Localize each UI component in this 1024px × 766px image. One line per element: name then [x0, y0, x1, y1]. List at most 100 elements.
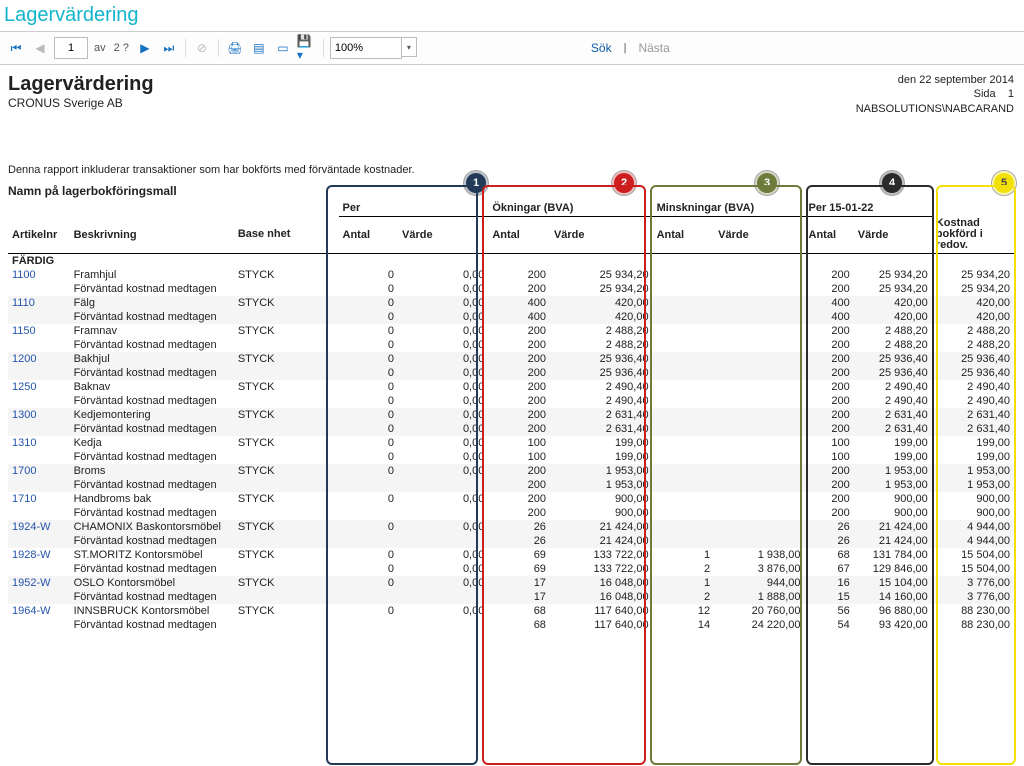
item-desc: Handbroms bak: [70, 492, 234, 506]
item-unit: STYCK: [234, 380, 339, 394]
col-basenhet: Base nhet: [234, 216, 339, 254]
item-desc: Baknav: [70, 380, 234, 394]
item-no-link[interactable]: 1100: [8, 268, 70, 282]
item-unit: STYCK: [234, 548, 339, 562]
item-no-link[interactable]: 1110: [8, 296, 70, 310]
item-desc: Framnav: [70, 324, 234, 338]
item-desc: OSLO Kontorsmöbel: [70, 576, 234, 590]
expected-label: Förväntad kostnad medtagen: [70, 478, 339, 492]
item-unit: STYCK: [234, 464, 339, 478]
table-row: 1700BromsSTYCK00,002001 953,002001 953,0…: [8, 464, 1014, 478]
expected-cost-row: Förväntad kostnad medtagen00,002002 490,…: [8, 394, 1014, 408]
annotation-badge-4: 4: [880, 171, 904, 195]
annotation-badge-5: 5: [992, 171, 1016, 195]
item-desc: ST.MORITZ Kontorsmöbel: [70, 548, 234, 562]
item-unit: STYCK: [234, 436, 339, 450]
page-number-input[interactable]: [54, 37, 88, 59]
item-no-link[interactable]: 1710: [8, 492, 70, 506]
item-no-link[interactable]: 1300: [8, 408, 70, 422]
expected-cost-row: Förväntad kostnad medtagen00,00100199,00…: [8, 450, 1014, 464]
table-row: 1200BakhjulSTYCK00,0020025 936,4020025 9…: [8, 352, 1014, 366]
col-kostnad: Kostnad bokförd i redov.: [932, 216, 1014, 254]
table-row: 1100FramhjulSTYCK00,0020025 934,2020025 …: [8, 268, 1014, 282]
item-desc: Bakhjul: [70, 352, 234, 366]
expected-label: Förväntad kostnad medtagen: [70, 282, 339, 296]
print-icon[interactable]: 🖨: [225, 38, 245, 58]
annotation-badge-1: 1: [464, 171, 488, 195]
table-row: 1150FramnavSTYCK00,002002 488,202002 488…: [8, 324, 1014, 338]
expected-cost-row: Förväntad kostnad medtagen00,0069133 722…: [8, 562, 1014, 576]
item-unit: STYCK: [234, 268, 339, 282]
item-unit: STYCK: [234, 492, 339, 506]
expected-label: Förväntad kostnad medtagen: [70, 338, 339, 352]
table-row: 1952-WOSLO KontorsmöbelSTYCK00,001716 04…: [8, 576, 1014, 590]
prev-page-icon[interactable]: ◀: [30, 38, 50, 58]
item-desc: Framhjul: [70, 268, 234, 282]
report-toolbar: ⏮ ◀ av 2 ? ▶ ⏭ ⊘ 🖨 ▤ ▭ 💾▾ ▾ Sök | Nästa: [0, 31, 1024, 65]
item-no-link[interactable]: 1964-W: [8, 604, 70, 618]
next-page-icon[interactable]: ▶: [135, 38, 155, 58]
expected-cost-row: Förväntad kostnad medtagen1716 048,0021 …: [8, 590, 1014, 604]
expected-cost-row: Förväntad kostnad medtagen00,002002 631,…: [8, 422, 1014, 436]
page-total: 2 ?: [112, 42, 131, 54]
item-no-link[interactable]: 1200: [8, 352, 70, 366]
expected-cost-row: Förväntad kostnad medtagen2001 953,00200…: [8, 478, 1014, 492]
last-page-icon[interactable]: ⏭: [159, 38, 179, 58]
valuation-table: Per Ökningar (BVA) Minskningar (BVA) Per…: [8, 200, 1014, 633]
group-name: FÄRDIG: [8, 254, 1014, 269]
report-subtitle: CRONUS Sverige AB: [8, 96, 154, 110]
item-no-link[interactable]: 1700: [8, 464, 70, 478]
expected-label: Förväntad kostnad medtagen: [70, 422, 339, 436]
item-desc: Kedja: [70, 436, 234, 450]
item-unit: STYCK: [234, 296, 339, 310]
col-group-minskningar: Minskningar (BVA): [653, 200, 805, 217]
item-unit: STYCK: [234, 520, 339, 534]
item-unit: STYCK: [234, 324, 339, 338]
expected-label: Förväntad kostnad medtagen: [70, 534, 339, 548]
expected-cost-row: Förväntad kostnad medtagen68117 640,0014…: [8, 618, 1014, 632]
table-row: 1928-WST.MORITZ KontorsmöbelSTYCK00,0069…: [8, 548, 1014, 562]
disclaimer-text: Denna rapport inkluderar transaktioner s…: [8, 164, 1014, 176]
search-link[interactable]: Sök: [585, 41, 618, 55]
item-desc: INNSBRUCK Kontorsmöbel: [70, 604, 234, 618]
zoom-dropdown-icon[interactable]: ▾: [402, 37, 417, 57]
item-desc: Broms: [70, 464, 234, 478]
expected-label: Förväntad kostnad medtagen: [70, 394, 339, 408]
first-page-icon[interactable]: ⏮: [6, 38, 26, 58]
item-no-link[interactable]: 1924-W: [8, 520, 70, 534]
col-group-per: Per: [339, 200, 489, 217]
table-row: 1924-WCHAMONIX BaskontorsmöbelSTYCK00,00…: [8, 520, 1014, 534]
item-no-link[interactable]: 1150: [8, 324, 70, 338]
col-artikelnr: Artikelnr: [8, 216, 70, 254]
col-group-okningar: Ökningar (BVA): [488, 200, 652, 217]
page-of-label: av: [92, 42, 108, 54]
layout-icon[interactable]: ▤: [249, 38, 269, 58]
expected-cost-row: Förväntad kostnad medtagen00,00400420,00…: [8, 310, 1014, 324]
expected-cost-row: Förväntad kostnad medtagen00,002002 488,…: [8, 338, 1014, 352]
zoom-input[interactable]: [330, 37, 402, 59]
annotation-badge-3: 3: [755, 171, 779, 195]
page-setup-icon[interactable]: ▭: [273, 38, 293, 58]
table-row: 1964-WINNSBRUCK KontorsmöbelSTYCK00,0068…: [8, 604, 1014, 618]
export-icon[interactable]: 💾▾: [297, 38, 317, 58]
expected-label: Förväntad kostnad medtagen: [70, 366, 339, 380]
item-desc: Fälg: [70, 296, 234, 310]
item-no-link[interactable]: 1928-W: [8, 548, 70, 562]
table-row: 1300KedjemonteringSTYCK00,002002 631,402…: [8, 408, 1014, 422]
item-no-link[interactable]: 1952-W: [8, 576, 70, 590]
item-no-link[interactable]: 1250: [8, 380, 70, 394]
item-unit: STYCK: [234, 604, 339, 618]
annotation-badge-2: 2: [612, 171, 636, 195]
posting-group-label: Namn på lagerbokföringsmall: [8, 184, 1014, 198]
item-desc: CHAMONIX Baskontorsmöbel: [70, 520, 234, 534]
table-row: 1250BaknavSTYCK00,002002 490,402002 490,…: [8, 380, 1014, 394]
expected-cost-row: Förväntad kostnad medtagen200900,0020090…: [8, 506, 1014, 520]
item-no-link[interactable]: 1310: [8, 436, 70, 450]
next-match-link[interactable]: Nästa: [632, 41, 675, 55]
report-title: Lagervärdering: [8, 73, 154, 96]
item-desc: Kedjemontering: [70, 408, 234, 422]
expected-label: Förväntad kostnad medtagen: [70, 562, 339, 576]
col-group-per-date: Per 15-01-22: [805, 200, 932, 217]
table-row: 1110FälgSTYCK00,00400420,00400420,00420,…: [8, 296, 1014, 310]
item-unit: STYCK: [234, 408, 339, 422]
